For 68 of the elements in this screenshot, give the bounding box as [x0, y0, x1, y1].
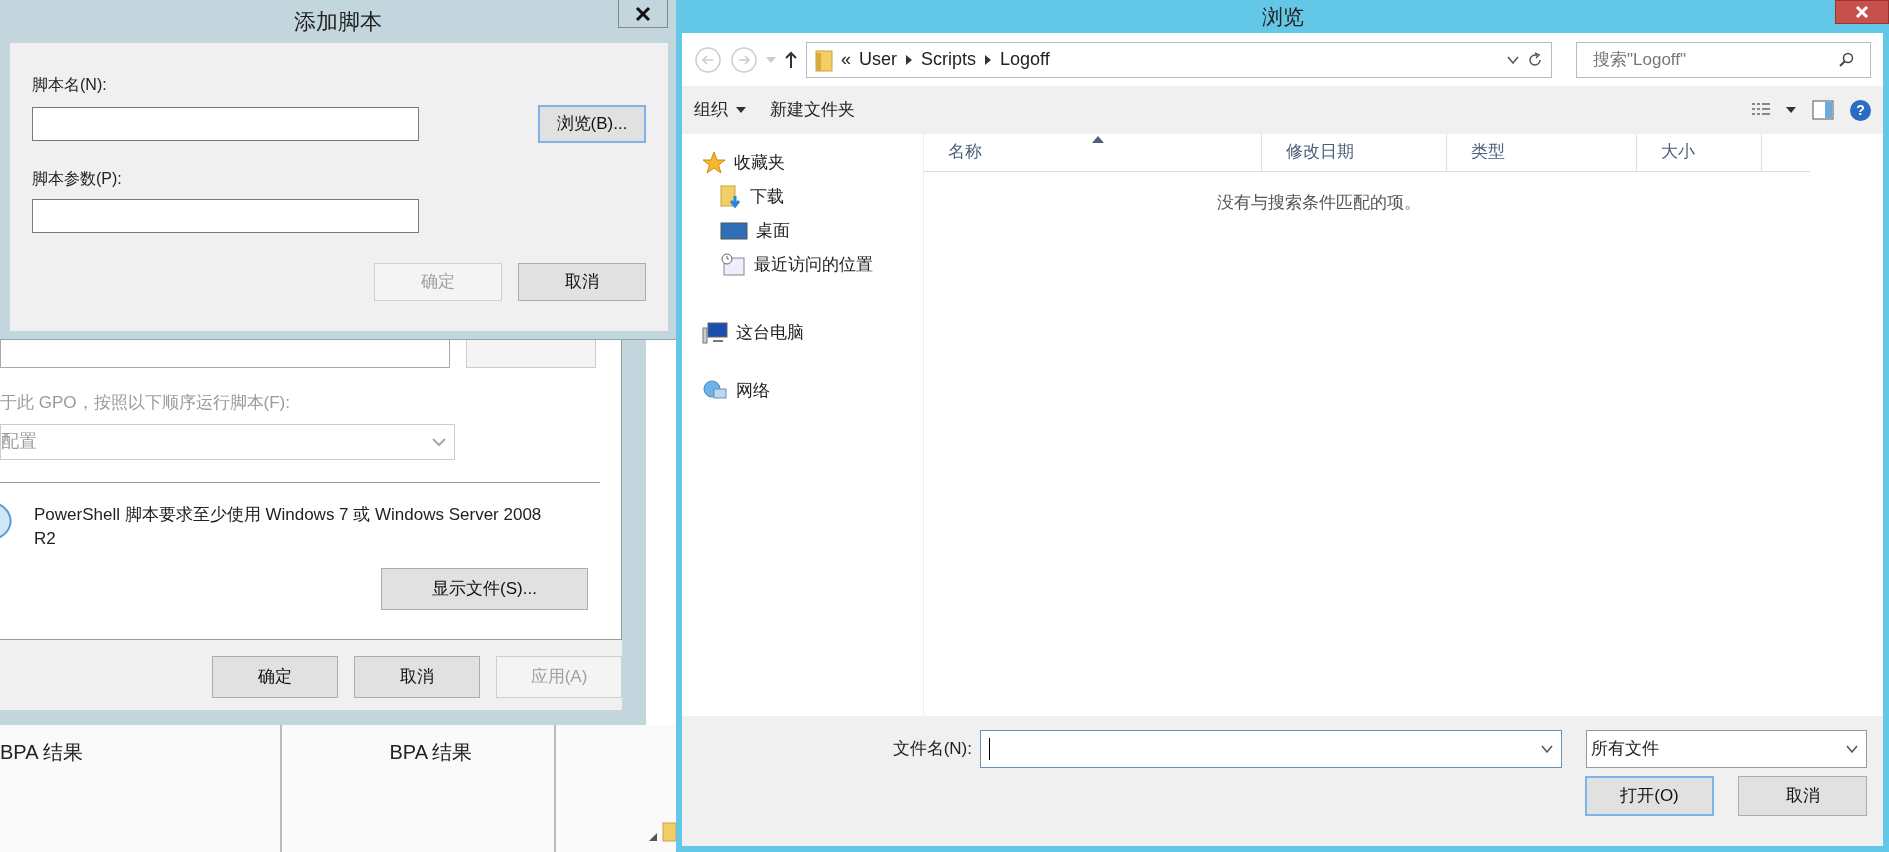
nav-item[interactable]: 桌面 — [682, 214, 923, 248]
folder-icon — [815, 47, 833, 72]
address-bar[interactable]: « User Scripts Logoff — [806, 41, 1552, 78]
panel-title: BPA 结果 — [389, 741, 473, 763]
field-label: 脚本参数(P): — [32, 169, 123, 189]
dialog-title: 浏览 — [1261, 3, 1304, 30]
column-header[interactable]: 类型 — [1447, 134, 1637, 171]
refresh-icon[interactable] — [1527, 51, 1543, 68]
close-icon — [1855, 5, 1869, 19]
cancel-button[interactable]: 取消 — [1738, 776, 1867, 816]
help-button[interactable]: ? — [1850, 99, 1871, 121]
chevron-down-icon — [432, 436, 446, 447]
search-field[interactable]: 搜索"Logoff" — [1576, 41, 1871, 78]
field-label: 于此 GPO，按照以下顺序运行脚本(F): — [0, 392, 291, 414]
note-text: PowerShell 脚本要求至少使用 Windows 7 或 Windows Server 2008 R2 — [34, 503, 543, 551]
field-label: 文件名(N): — [892, 738, 972, 761]
show-files-button[interactable]: 显示文件(S)... — [381, 567, 588, 610]
ok-button[interactable]: 确定 — [212, 656, 338, 698]
input-field[interactable] — [0, 340, 450, 368]
file-type-dropdown[interactable]: 所有文件 — [1586, 730, 1867, 768]
filename-field[interactable] — [980, 730, 1562, 768]
recent-places-icon — [720, 253, 746, 277]
browse-button[interactable]: 浏览(B)... — [538, 105, 646, 143]
cancel-button[interactable]: 取消 — [518, 263, 646, 301]
nav-item[interactable]: 收藏夹 — [682, 146, 923, 180]
close-button[interactable] — [618, 0, 668, 28]
search-icon[interactable] — [1838, 51, 1854, 68]
nav-item[interactable]: 网络 — [682, 374, 923, 408]
nav-item[interactable]: 最近访问的位置 — [682, 248, 923, 282]
text-cursor — [989, 738, 990, 760]
chevron-down-icon — [1846, 745, 1858, 753]
breadcrumb-item[interactable]: Logoff — [1000, 46, 1050, 73]
dialog-title: 添加脚本 — [294, 8, 382, 36]
star-icon — [702, 151, 726, 175]
triangle-icon — [648, 832, 658, 842]
close-icon — [635, 5, 651, 22]
input-field[interactable] — [32, 107, 419, 141]
breadcrumb-item[interactable]: User — [859, 46, 898, 73]
open-button[interactable]: 打开(O) — [1585, 776, 1714, 816]
download-folder-icon — [720, 184, 742, 210]
close-button[interactable] — [1835, 0, 1889, 24]
dropdown-value: 所有文件 — [1591, 738, 1659, 761]
separator-arrow-icon — [984, 54, 993, 65]
breadcrumb-item[interactable]: Scripts — [921, 46, 977, 73]
search-placeholder: 搜索"Logoff" — [1593, 48, 1687, 71]
chevron-down-icon[interactable] — [1507, 55, 1519, 64]
empty-message: 没有与搜索条件匹配的项。 — [1216, 192, 1422, 214]
separator-arrow-icon — [905, 54, 914, 65]
desktop-icon — [720, 222, 748, 240]
view-list-icon[interactable] — [1752, 102, 1770, 118]
column-header[interactable]: 大小 — [1637, 134, 1762, 171]
dropdown-value: 配置 — [1, 430, 37, 453]
breadcrumb-overflow[interactable]: « — [841, 46, 851, 73]
computer-icon — [702, 322, 728, 344]
cancel-button[interactable]: 取消 — [354, 656, 480, 698]
input-field[interactable] — [32, 199, 419, 233]
column-header[interactable]: 修改日期 — [1262, 134, 1447, 171]
panel-title: BPA 结果 — [0, 741, 83, 763]
caret-icon — [736, 107, 746, 113]
field-label: 脚本名(N): — [32, 75, 108, 95]
chevron-down-icon — [1541, 745, 1553, 753]
preview-pane-icon[interactable] — [1812, 100, 1834, 120]
toolbar-button[interactable]: 新建文件夹 — [770, 97, 855, 123]
nav-item[interactable]: 下载 — [682, 180, 923, 214]
nav-item[interactable]: 这台电脑 — [682, 316, 923, 350]
caret-icon[interactable] — [1786, 107, 1796, 113]
up-arrow-icon[interactable] — [784, 50, 798, 69]
menu-button[interactable]: 组织 — [694, 97, 746, 123]
